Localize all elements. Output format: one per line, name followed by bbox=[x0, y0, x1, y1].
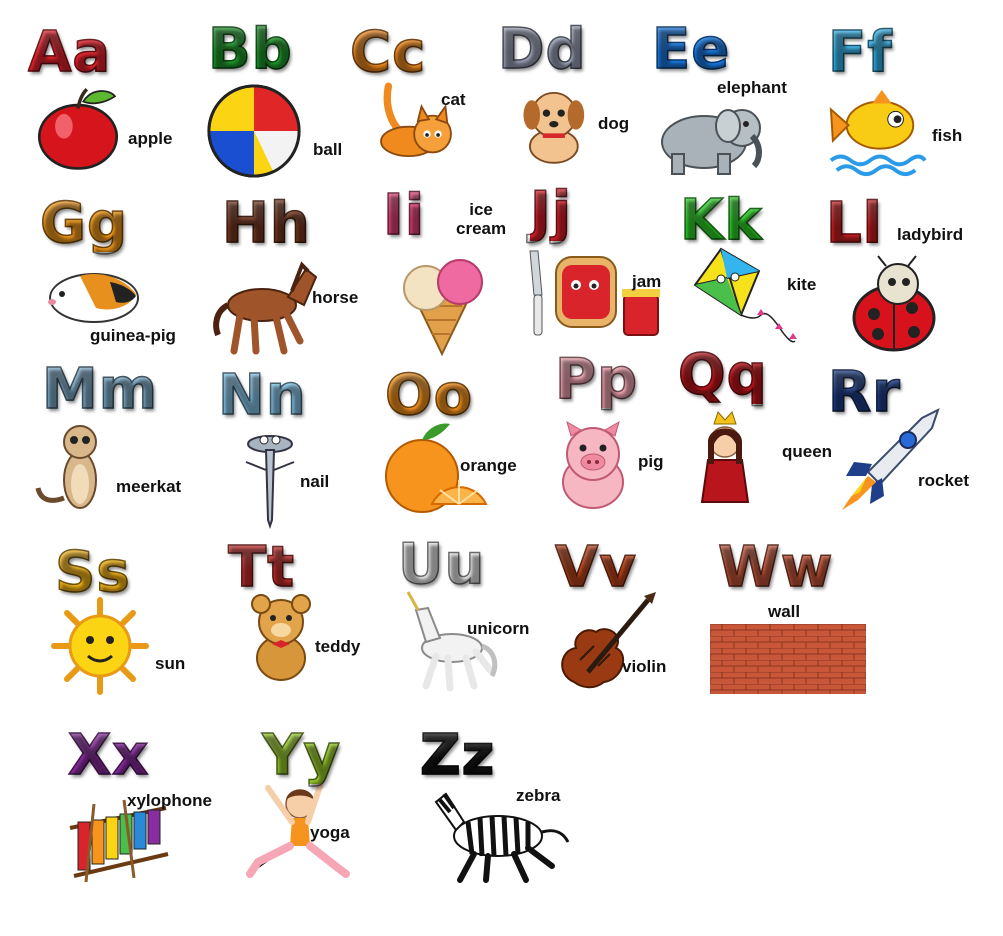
letter-pair-r: Rr bbox=[827, 360, 901, 425]
letter-pair-x: Xx bbox=[67, 723, 150, 788]
apple-icon bbox=[34, 82, 122, 174]
sun-icon bbox=[51, 597, 149, 695]
ball-icon bbox=[198, 82, 310, 180]
nail-icon bbox=[238, 430, 300, 530]
letter-pair-i: Ii bbox=[382, 183, 426, 248]
letter-pair-n: Nn bbox=[217, 363, 307, 428]
elephant-icon bbox=[648, 88, 768, 178]
word-label-v: violin bbox=[622, 657, 667, 676]
letter-pair-c: Cc bbox=[349, 20, 427, 85]
word-label-a: apple bbox=[128, 129, 173, 148]
letter-pair-y: Yy bbox=[261, 723, 342, 788]
letter-pair-o: Oo bbox=[384, 363, 474, 428]
word-label-u: unicorn bbox=[467, 619, 530, 638]
ice-cream-icon bbox=[390, 250, 496, 357]
letter-pair-p: Pp bbox=[554, 347, 639, 412]
word-label-x: xylophone bbox=[127, 791, 213, 810]
letter-pair-e: Ee bbox=[651, 17, 731, 82]
horse-icon bbox=[210, 255, 320, 355]
letter-pair-h: Hh bbox=[221, 191, 311, 256]
word-label-e: elephant bbox=[717, 78, 787, 97]
word-label-k: kite bbox=[787, 275, 817, 294]
word-label-q: queen bbox=[782, 442, 833, 461]
letter-pair-t: Tt bbox=[227, 535, 295, 600]
queen-icon bbox=[690, 408, 760, 504]
letter-pair-u: Uu bbox=[397, 532, 486, 597]
fish-icon bbox=[826, 82, 927, 180]
letter-pair-l: Ll bbox=[825, 191, 883, 256]
word-label-t: teddy bbox=[315, 637, 361, 656]
word-label-s: sun bbox=[155, 654, 186, 673]
word-label-c: cat bbox=[441, 90, 466, 109]
unicorn-icon bbox=[402, 590, 498, 692]
letter-pair-m: Mm bbox=[41, 357, 159, 422]
letter-pair-q: Qq bbox=[677, 343, 768, 408]
kite-icon bbox=[675, 245, 801, 347]
letter-pair-z: Zz bbox=[419, 723, 496, 788]
word-label-g: guinea-pig bbox=[90, 326, 176, 345]
letter-pair-f: Ff bbox=[827, 20, 893, 85]
word-label-r: rocket bbox=[918, 471, 970, 490]
word-label-i: ice cream bbox=[456, 200, 507, 238]
word-label-y: yoga bbox=[310, 823, 350, 842]
dog-icon bbox=[504, 80, 600, 172]
teddy-icon bbox=[246, 592, 316, 682]
jam-icon bbox=[520, 245, 662, 343]
word-label-p: pig bbox=[638, 452, 664, 471]
word-label-d: dog bbox=[598, 114, 630, 133]
letter-pair-d: Dd bbox=[497, 17, 587, 82]
meerkat-icon bbox=[34, 418, 124, 514]
word-label-f: fish bbox=[932, 126, 963, 145]
brick-wall-icon bbox=[710, 624, 866, 694]
word-label-j: jam bbox=[632, 272, 662, 291]
ladybird-icon bbox=[838, 255, 950, 354]
word-label-b: ball bbox=[313, 140, 343, 159]
word-label-h: horse bbox=[312, 288, 359, 307]
word-label-l: ladybird bbox=[897, 225, 964, 244]
letter-pair-a: Aa bbox=[27, 20, 112, 85]
word-label-n: nail bbox=[300, 472, 330, 491]
letter-pair-b: Bb bbox=[207, 17, 293, 82]
letter-pair-s: Ss bbox=[54, 540, 131, 605]
letter-pair-v: Vv bbox=[554, 535, 637, 600]
word-label-o: orange bbox=[460, 456, 517, 475]
letter-pair-k: Kk bbox=[679, 188, 763, 253]
word-label-z: zebra bbox=[516, 786, 561, 805]
pig-icon bbox=[545, 420, 641, 512]
word-label-w: wall bbox=[768, 602, 801, 621]
xylophone-icon bbox=[64, 798, 172, 884]
letter-pair-w: Ww bbox=[717, 535, 834, 600]
guinea-pig-icon bbox=[40, 262, 140, 326]
letter-pair-g: Gg bbox=[39, 191, 129, 256]
letter-pair-j: Jj bbox=[529, 180, 573, 245]
word-label-m: meerkat bbox=[116, 477, 182, 496]
